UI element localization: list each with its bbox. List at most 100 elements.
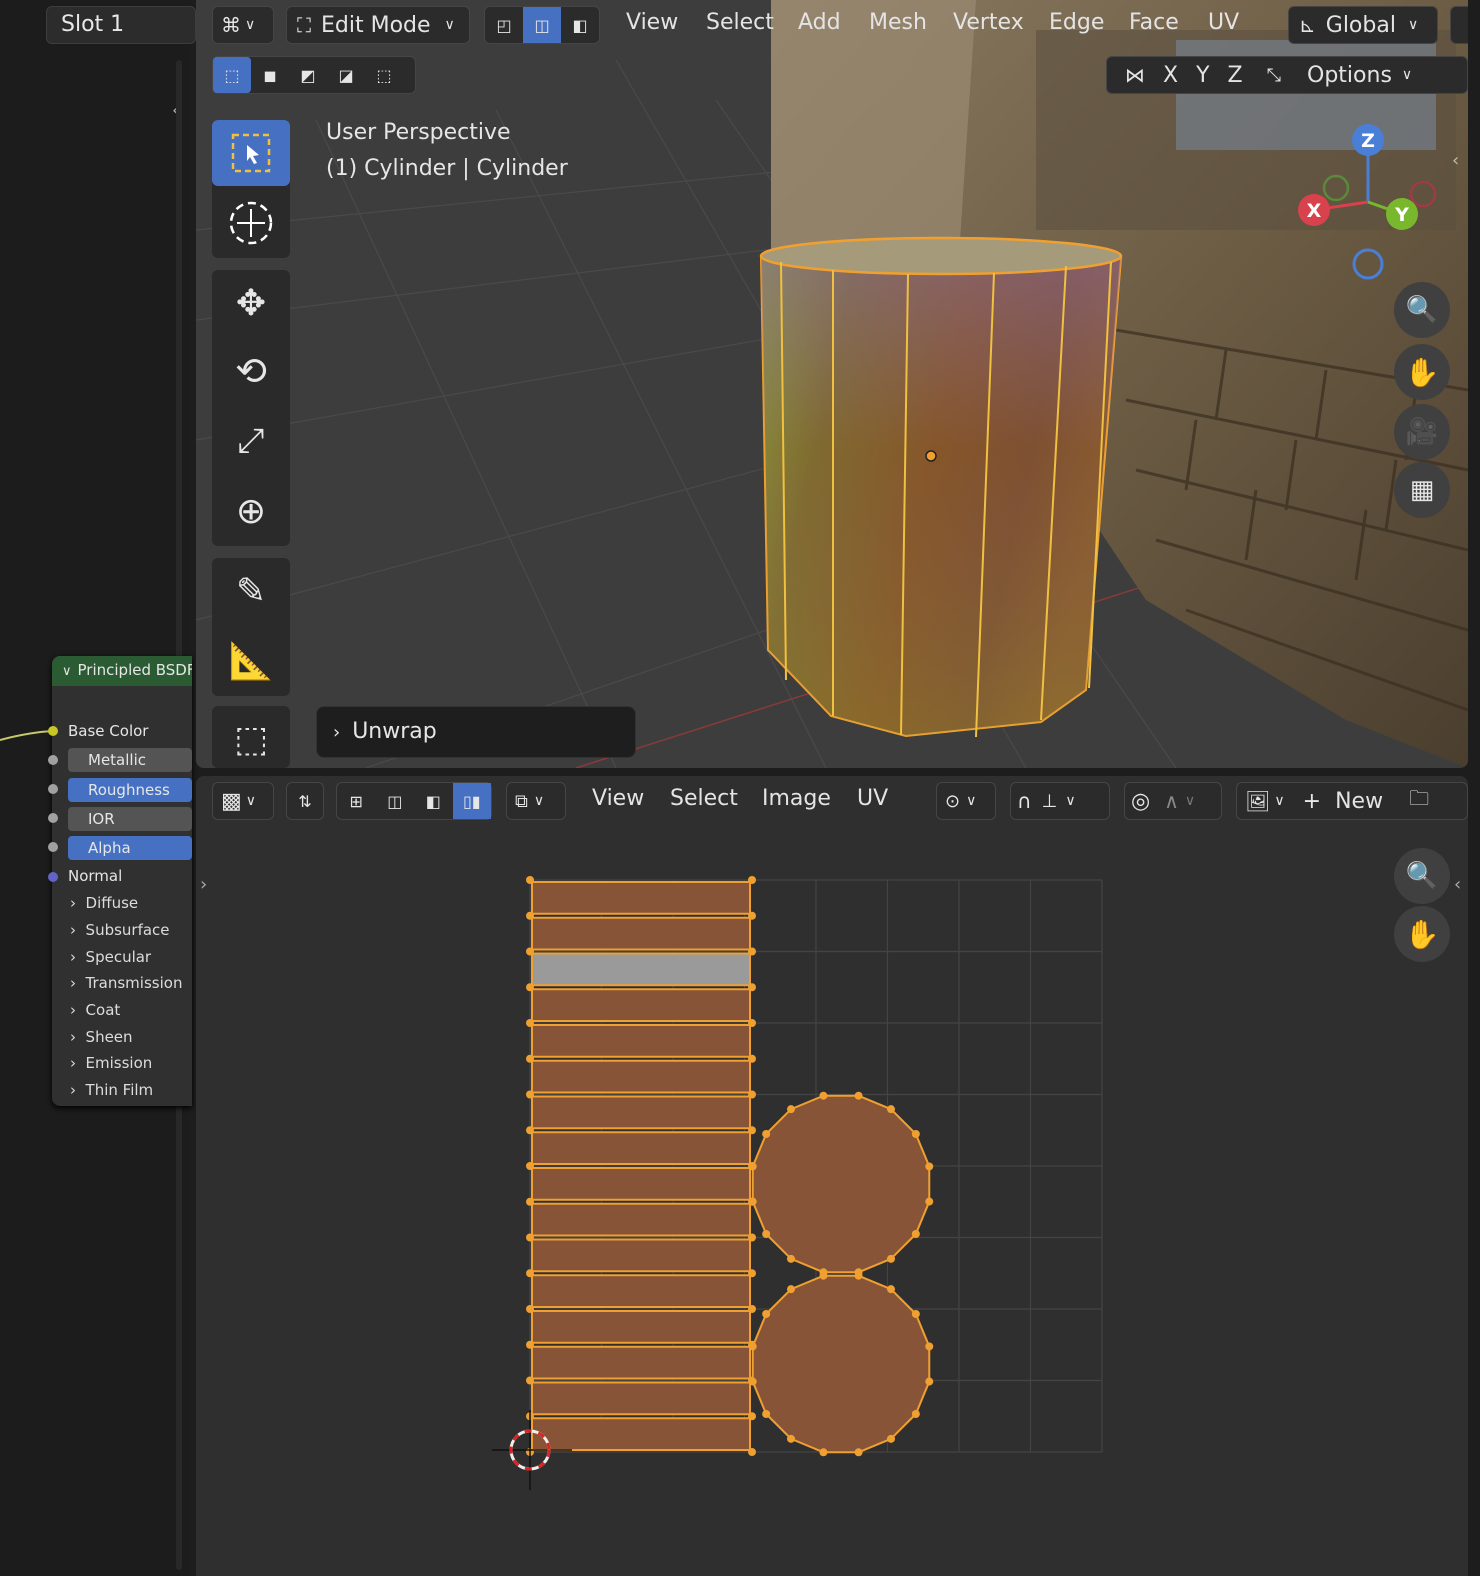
uv-vertex — [786, 1254, 795, 1263]
select-subtract-icon[interactable]: ◩ — [289, 57, 327, 93]
roughness-socket[interactable] — [48, 784, 58, 794]
sidebar-toggle-icon[interactable]: ‹ — [1452, 150, 1459, 171]
uv-vertex — [854, 1091, 863, 1100]
rotate-tool-icon[interactable]: ⟲ — [212, 338, 290, 404]
select-extend-icon[interactable]: ◼ — [251, 57, 289, 93]
roughness-field[interactable]: Roughness — [68, 778, 192, 802]
uv-vertex — [762, 1309, 771, 1318]
panel-subsurface[interactable]: › Subsurface — [70, 921, 170, 939]
metallic-field[interactable]: Metallic — [68, 748, 192, 772]
uv-face — [531, 1417, 751, 1451]
uv-vertex — [748, 1342, 757, 1351]
uv-face — [531, 1238, 751, 1273]
ior-socket[interactable] — [48, 813, 58, 823]
uv-vertex — [526, 1376, 534, 1385]
pivot-point-button[interactable] — [1450, 6, 1468, 44]
uv-face — [531, 952, 751, 987]
transform-tool-icon[interactable]: ⊕ — [212, 478, 290, 544]
uv-vertex — [762, 1410, 771, 1419]
zoom-icon[interactable]: 🔍 — [1394, 282, 1450, 338]
chevron-right-icon: › — [70, 921, 76, 939]
panel-coat[interactable]: › Coat — [70, 1001, 120, 1019]
select-invert-icon[interactable]: ◪ — [327, 57, 365, 93]
panel-transmission[interactable]: › Transmission — [70, 974, 182, 992]
topology-mirror-icon[interactable]: ⤡ — [1267, 65, 1281, 86]
3d-viewport[interactable]: ⌘ ∨ ⛶ Edit Mode ∨ ◰ ◫ ◧ View Select Add M… — [196, 0, 1468, 768]
panel-sheen[interactable]: › Sheen — [70, 1028, 133, 1046]
mirror-y-toggle[interactable]: Y — [1196, 63, 1209, 88]
alpha-socket[interactable] — [48, 842, 58, 852]
editor-type-button[interactable]: ⌘ ∨ — [212, 6, 274, 44]
move-tool-icon[interactable]: ✥ — [212, 270, 290, 336]
select-intersect-icon[interactable]: ⬚ — [365, 57, 403, 93]
alpha-field[interactable]: Alpha — [68, 836, 192, 860]
edge-select-icon[interactable]: ◫ — [523, 7, 561, 43]
menu-face[interactable]: Face — [1129, 10, 1179, 35]
node-header[interactable]: ∨ Principled BSDF — [52, 656, 192, 686]
uv-face — [531, 1167, 751, 1201]
mirror-x-toggle[interactable]: X — [1163, 63, 1178, 88]
last-operator-panel[interactable]: › Unwrap — [316, 706, 636, 758]
uv-canvas[interactable] — [196, 776, 1468, 1576]
panel-label: Emission — [85, 1054, 153, 1072]
uv-vertex — [819, 1091, 828, 1100]
principled-bsdf-node[interactable]: ∨ Principled BSDF Base Color Metallic Rou… — [48, 656, 192, 1106]
pan-hand-icon[interactable]: ✋ — [1394, 344, 1450, 400]
select-box-tool-icon[interactable] — [212, 120, 290, 186]
transform-orientation-dropdown[interactable]: ⊾ Global ∨ — [1288, 6, 1438, 44]
mode-dropdown[interactable]: ⛶ Edit Mode ∨ — [286, 6, 470, 44]
uv-editor[interactable]: ▩ ∨ ⇅ ⊞ ◫ ◧ ▯▮ ⧉ ∨ View Select Image UV ⊙ ∨… — [196, 776, 1468, 1576]
menu-select[interactable]: Select — [706, 10, 774, 35]
panel-emission[interactable]: › Emission — [70, 1054, 152, 1072]
uv-vertex — [748, 1377, 757, 1386]
cursor-tool-icon[interactable] — [212, 190, 290, 256]
add-cube-tool-icon[interactable]: ⬚ — [212, 706, 290, 768]
uv-vertex — [748, 1305, 756, 1313]
uv-face — [531, 1310, 751, 1344]
toolbar-annotate-group: ✎ 📐 — [212, 558, 290, 696]
camera-view-icon[interactable]: 🎥 — [1394, 404, 1450, 460]
uv-face — [531, 1202, 751, 1237]
ior-field[interactable]: IOR — [68, 807, 192, 831]
face-select-icon[interactable]: ◧ — [561, 7, 599, 43]
uv-vertex — [786, 1105, 795, 1114]
panel-thin-film[interactable]: › Thin Film — [70, 1081, 153, 1099]
panel-label: Transmission — [85, 974, 183, 992]
menu-edge[interactable]: Edge — [1049, 10, 1104, 35]
annotate-tool-icon[interactable]: ✎ — [212, 558, 290, 624]
select-new-icon[interactable]: ⬚ — [213, 57, 251, 93]
perspective-toggle-icon[interactable]: ▦ — [1394, 462, 1450, 518]
menu-add[interactable]: Add — [798, 10, 841, 35]
material-slot-dropdown[interactable]: Slot 1 — [46, 6, 196, 44]
navigation-gizmo[interactable]: Z X Y — [1286, 120, 1446, 280]
base-color-socket[interactable] — [48, 726, 58, 736]
collapse-chevron-icon[interactable]: ∨ — [62, 664, 72, 679]
vertex-select-icon[interactable]: ◰ — [485, 7, 523, 43]
options-dropdown[interactable]: Options — [1307, 63, 1392, 88]
roughness-label: Roughness — [88, 781, 170, 799]
scale-tool-icon[interactable]: ⤢ — [212, 408, 290, 474]
chevron-right-icon: › — [70, 1001, 76, 1019]
mirror-z-toggle[interactable]: Z — [1228, 63, 1243, 88]
gizmo-x-label: X — [1307, 200, 1322, 222]
panel-specular[interactable]: › Specular — [70, 948, 151, 966]
metallic-socket[interactable] — [48, 755, 58, 765]
panel-label: Coat — [85, 1001, 121, 1019]
chevron-down-icon: ∨ — [1407, 17, 1419, 33]
uv-vertex — [748, 1019, 756, 1027]
panel-diffuse[interactable]: › Diffuse — [70, 894, 138, 912]
uv-vertex — [786, 1434, 795, 1443]
menu-view[interactable]: View — [626, 10, 678, 35]
menu-mesh[interactable]: Mesh — [869, 10, 927, 35]
uv-vertex — [526, 983, 534, 992]
menu-uv[interactable]: UV — [1208, 10, 1239, 35]
uv-face — [531, 1095, 751, 1130]
uv-vertex — [748, 983, 756, 992]
measure-tool-icon[interactable]: 📐 — [212, 628, 290, 694]
menu-vertex[interactable]: Vertex — [953, 10, 1024, 35]
orientation-axes-icon: ⊾ — [1299, 13, 1316, 37]
uv-vertex — [925, 1342, 934, 1351]
uv-face — [531, 1131, 751, 1165]
uv-vertex — [526, 911, 534, 920]
normal-socket[interactable] — [48, 872, 58, 882]
